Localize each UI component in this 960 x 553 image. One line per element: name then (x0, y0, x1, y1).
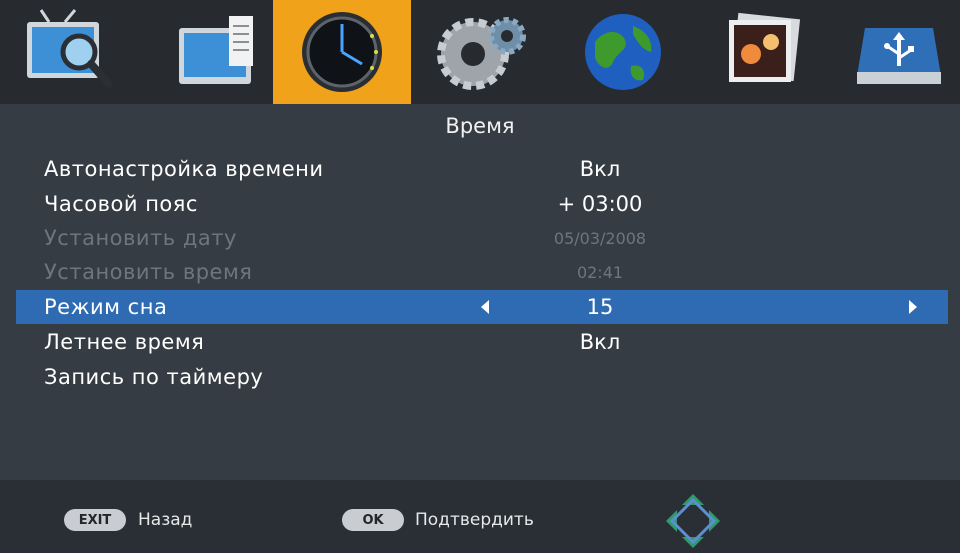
photos-icon (729, 12, 801, 82)
ok-hint-label: Подтвердить (415, 510, 534, 530)
setting-label: Летнее время (44, 330, 205, 354)
tab-program-guide[interactable] (140, 0, 278, 104)
clock-icon (302, 12, 382, 92)
setting-row-timer-recording[interactable]: Запись по таймеру (16, 360, 948, 394)
tab-usb[interactable] (830, 0, 960, 104)
setting-value: 05/03/2008 (553, 229, 647, 248)
setting-label: Автонастройка времени (44, 157, 324, 181)
footer-hint-bar: EXIT Назад OK Подтвердить (0, 480, 960, 553)
setting-value: 02:41 (576, 263, 624, 282)
setting-row-set-date: Установить дату 05/03/2008 (16, 221, 948, 255)
navigation-pad-icon (666, 494, 720, 548)
tab-system-settings[interactable] (412, 0, 550, 104)
tv-search-icon (27, 9, 113, 88)
globe-icon (585, 14, 661, 90)
usb-drive-icon (857, 28, 941, 84)
setting-row-daylight-saving[interactable]: Летнее время Вкл (16, 325, 948, 359)
tab-channel-search[interactable] (0, 0, 138, 104)
page-title: Время (445, 114, 515, 138)
setting-label: Установить дату (44, 226, 237, 250)
exit-key-button[interactable]: EXIT (64, 509, 126, 531)
tv-document-icon (179, 16, 253, 84)
setting-row-sleep-mode[interactable]: Режим сна 15 (16, 290, 948, 324)
tab-time[interactable] (273, 0, 411, 104)
setting-row-auto-time[interactable]: Автонастройка времени Вкл (16, 152, 948, 186)
arrow-right-icon[interactable] (906, 298, 920, 316)
setting-value: 15 (586, 295, 614, 319)
setting-value: + 03:00 (557, 192, 643, 216)
tab-media[interactable] (694, 0, 832, 104)
top-menu-bar (0, 0, 960, 104)
gears-icon (437, 17, 526, 90)
tab-network[interactable] (554, 0, 692, 104)
setting-value: Вкл (579, 330, 621, 354)
setting-label: Запись по таймеру (44, 365, 264, 389)
setting-row-time-zone[interactable]: Часовой пояс + 03:00 (16, 187, 948, 221)
ok-key-button[interactable]: OK (342, 509, 404, 531)
setting-label: Часовой пояс (44, 192, 198, 216)
arrow-left-icon[interactable] (478, 298, 492, 316)
setting-label: Установить время (44, 260, 253, 284)
setting-row-set-time: Установить время 02:41 (16, 255, 948, 289)
setting-value: Вкл (579, 157, 621, 181)
setting-label: Режим сна (44, 295, 168, 319)
exit-hint-label: Назад (138, 510, 193, 530)
